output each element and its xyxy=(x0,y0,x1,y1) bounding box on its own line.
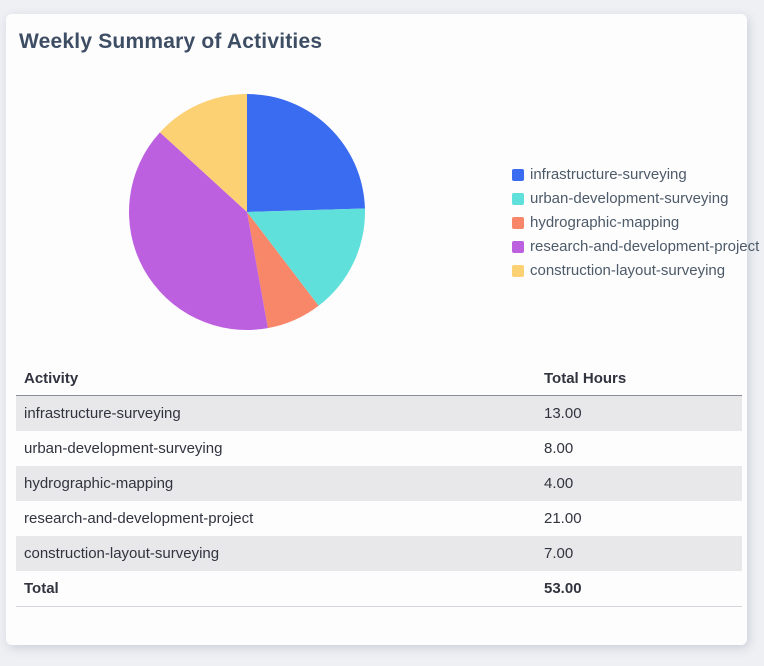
table-row: infrastructure-surveying 13.00 xyxy=(16,395,742,431)
table-row: construction-layout-surveying 7.00 xyxy=(16,536,742,571)
legend-label: urban-development-surveying xyxy=(530,190,729,207)
table-row: hydrographic-mapping 4.00 xyxy=(16,466,742,501)
legend-label: hydrographic-mapping xyxy=(530,214,680,231)
cell-activity: hydrographic-mapping xyxy=(24,475,174,492)
chart-legend: infrastructure-surveying urban-developmen… xyxy=(512,167,759,278)
total-label: Total xyxy=(16,571,536,607)
table-row: urban-development-surveying 8.00 xyxy=(16,431,742,466)
pie-chart[interactable] xyxy=(127,92,367,332)
column-header-activity: Activity xyxy=(16,363,536,396)
column-header-total-hours: Total Hours xyxy=(536,363,742,396)
cell-activity: construction-layout-surveying xyxy=(24,545,220,562)
table-total-row: Total 53.00 xyxy=(16,571,742,607)
legend-item-research-and-development-project[interactable]: research-and-development-project xyxy=(512,239,759,254)
table-body: infrastructure-surveying 13.00 urban-devel… xyxy=(16,395,742,571)
legend-item-infrastructure-surveying[interactable]: infrastructure-surveying xyxy=(512,167,759,182)
legend-swatch-icon xyxy=(512,216,524,229)
table-row: research-and-development-project 21.00 xyxy=(16,501,742,536)
cell-activity: urban-development-surveying xyxy=(24,440,223,457)
legend-item-urban-development-surveying[interactable]: urban-development-surveying xyxy=(512,191,759,206)
legend-label: construction-layout-surveying xyxy=(530,262,726,279)
legend-swatch-icon xyxy=(512,264,524,277)
legend-item-hydrographic-mapping[interactable]: hydrographic-mapping xyxy=(512,215,759,230)
cell-total-hours: 7.00 xyxy=(544,545,574,562)
summary-card: Weekly Summary of Activities infrastruct… xyxy=(6,14,759,645)
legend-swatch-icon xyxy=(512,240,524,253)
total-value: 53.00 xyxy=(536,571,742,607)
cell-total-hours: 4.00 xyxy=(544,475,574,492)
cell-total-hours: 21.00 xyxy=(544,510,582,527)
table-header-row: Activity Total Hours xyxy=(16,363,742,396)
legend-swatch-icon xyxy=(512,192,524,205)
cell-total-hours: 8.00 xyxy=(544,440,574,457)
legend-swatch-icon xyxy=(512,168,524,181)
legend-label: infrastructure-surveying xyxy=(530,166,687,183)
activity-table: Activity Total Hours infrastructure-surv… xyxy=(16,363,742,607)
cell-total-hours: 13.00 xyxy=(544,405,582,422)
page-title: Weekly Summary of Activities xyxy=(19,30,323,53)
pie-slice-infrastructure-surveying[interactable] xyxy=(247,94,365,212)
cell-activity: research-and-development-project xyxy=(24,510,254,527)
legend-item-construction-layout-surveying[interactable]: construction-layout-surveying xyxy=(512,263,759,278)
cell-activity: infrastructure-surveying xyxy=(24,405,181,422)
legend-label: research-and-development-project xyxy=(530,238,760,255)
page: Weekly Summary of Activities infrastruct… xyxy=(0,0,764,666)
